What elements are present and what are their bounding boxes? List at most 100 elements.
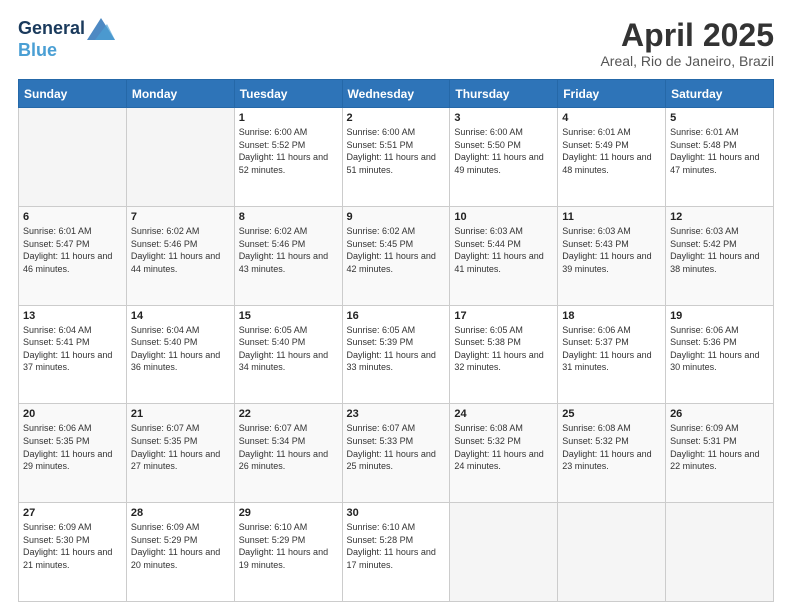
day-info: Sunrise: 6:10 AM Sunset: 5:28 PM Dayligh…: [347, 521, 446, 571]
day-number: 25: [562, 408, 661, 420]
calendar-cell: 28 Sunrise: 6:09 AM Sunset: 5:29 PM Dayli…: [126, 503, 234, 602]
calendar-cell: 13 Sunrise: 6:04 AM Sunset: 5:41 PM Dayli…: [19, 305, 127, 404]
calendar-cell: 2 Sunrise: 6:00 AM Sunset: 5:51 PM Daylig…: [342, 108, 450, 207]
month-title: April 2025: [600, 18, 774, 53]
day-number: 17: [454, 310, 553, 322]
day-info: Sunrise: 6:03 AM Sunset: 5:43 PM Dayligh…: [562, 225, 661, 275]
day-number: 11: [562, 211, 661, 223]
logo-icon: [87, 18, 115, 40]
calendar-cell: [19, 108, 127, 207]
day-number: 19: [670, 310, 769, 322]
day-info: Sunrise: 6:06 AM Sunset: 5:36 PM Dayligh…: [670, 324, 769, 374]
calendar-cell: 30Sunrise: 6:10 AM Sunset: 5:28 PM Dayli…: [342, 503, 450, 602]
calendar-cell: 11 Sunrise: 6:03 AM Sunset: 5:43 PM Dayli…: [558, 206, 666, 305]
day-info: Sunrise: 6:00 AM Sunset: 5:51 PM Dayligh…: [347, 126, 446, 176]
day-info: Sunrise: 6:08 AM Sunset: 5:32 PM Dayligh…: [562, 422, 661, 472]
day-number: 9: [347, 211, 446, 223]
calendar-cell: 17Sunrise: 6:05 AM Sunset: 5:38 PM Dayli…: [450, 305, 558, 404]
logo: General Blue: [18, 18, 115, 61]
day-info: Sunrise: 6:02 AM Sunset: 5:46 PM Dayligh…: [131, 225, 230, 275]
day-info: Sunrise: 6:04 AM Sunset: 5:40 PM Dayligh…: [131, 324, 230, 374]
col-saturday: Saturday: [666, 80, 774, 108]
day-number: 26: [670, 408, 769, 420]
day-number: 4: [562, 112, 661, 124]
day-number: 13: [23, 310, 122, 322]
logo-text: General: [18, 19, 85, 39]
day-number: 18: [562, 310, 661, 322]
day-number: 12: [670, 211, 769, 223]
day-number: 16: [347, 310, 446, 322]
calendar-cell: 9 Sunrise: 6:02 AM Sunset: 5:45 PM Daylig…: [342, 206, 450, 305]
day-number: 24: [454, 408, 553, 420]
day-info: Sunrise: 6:06 AM Sunset: 5:37 PM Dayligh…: [562, 324, 661, 374]
day-info: Sunrise: 6:01 AM Sunset: 5:47 PM Dayligh…: [23, 225, 122, 275]
day-number: 23: [347, 408, 446, 420]
calendar-week-3: 13 Sunrise: 6:04 AM Sunset: 5:41 PM Dayli…: [19, 305, 774, 404]
calendar-cell: 26 Sunrise: 6:09 AM Sunset: 5:31 PM Dayli…: [666, 404, 774, 503]
day-number: 7: [131, 211, 230, 223]
calendar-table: Sunday Monday Tuesday Wednesday Thursday…: [18, 79, 774, 602]
location: Areal, Rio de Janeiro, Brazil: [600, 53, 774, 69]
calendar-cell: 15Sunrise: 6:05 AM Sunset: 5:40 PM Dayli…: [234, 305, 342, 404]
day-number: 1: [239, 112, 338, 124]
calendar-cell: 3 Sunrise: 6:00 AM Sunset: 5:50 PM Daylig…: [450, 108, 558, 207]
calendar-cell: 18 Sunrise: 6:06 AM Sunset: 5:37 PM Dayli…: [558, 305, 666, 404]
day-info: Sunrise: 6:04 AM Sunset: 5:41 PM Dayligh…: [23, 324, 122, 374]
day-number: 3: [454, 112, 553, 124]
calendar-cell: 27Sunrise: 6:09 AM Sunset: 5:30 PM Dayli…: [19, 503, 127, 602]
col-tuesday: Tuesday: [234, 80, 342, 108]
calendar-header-row: Sunday Monday Tuesday Wednesday Thursday…: [19, 80, 774, 108]
calendar-cell: [558, 503, 666, 602]
day-number: 2: [347, 112, 446, 124]
calendar-cell: 14 Sunrise: 6:04 AM Sunset: 5:40 PM Dayli…: [126, 305, 234, 404]
day-number: 22: [239, 408, 338, 420]
day-info: Sunrise: 6:00 AM Sunset: 5:52 PM Dayligh…: [239, 126, 338, 176]
calendar-cell: 8 Sunrise: 6:02 AM Sunset: 5:46 PM Daylig…: [234, 206, 342, 305]
day-info: Sunrise: 6:07 AM Sunset: 5:35 PM Dayligh…: [131, 422, 230, 472]
calendar-cell: 29Sunrise: 6:10 AM Sunset: 5:29 PM Dayli…: [234, 503, 342, 602]
calendar-week-5: 27Sunrise: 6:09 AM Sunset: 5:30 PM Dayli…: [19, 503, 774, 602]
day-number: 28: [131, 507, 230, 519]
page: General Blue April 2025 Areal, Rio de Ja…: [0, 0, 792, 612]
calendar-cell: [666, 503, 774, 602]
calendar-cell: [126, 108, 234, 207]
day-info: Sunrise: 6:01 AM Sunset: 5:49 PM Dayligh…: [562, 126, 661, 176]
calendar-cell: [450, 503, 558, 602]
day-number: 10: [454, 211, 553, 223]
day-info: Sunrise: 6:00 AM Sunset: 5:50 PM Dayligh…: [454, 126, 553, 176]
col-wednesday: Wednesday: [342, 80, 450, 108]
day-info: Sunrise: 6:02 AM Sunset: 5:46 PM Dayligh…: [239, 225, 338, 275]
logo-blue: Blue: [18, 40, 57, 61]
calendar-cell: 25 Sunrise: 6:08 AM Sunset: 5:32 PM Dayli…: [558, 404, 666, 503]
calendar-cell: 12Sunrise: 6:03 AM Sunset: 5:42 PM Dayli…: [666, 206, 774, 305]
day-info: Sunrise: 6:08 AM Sunset: 5:32 PM Dayligh…: [454, 422, 553, 472]
day-number: 6: [23, 211, 122, 223]
day-info: Sunrise: 6:02 AM Sunset: 5:45 PM Dayligh…: [347, 225, 446, 275]
day-number: 8: [239, 211, 338, 223]
day-number: 14: [131, 310, 230, 322]
col-friday: Friday: [558, 80, 666, 108]
calendar-cell: 23Sunrise: 6:07 AM Sunset: 5:33 PM Dayli…: [342, 404, 450, 503]
day-number: 20: [23, 408, 122, 420]
calendar-cell: 20Sunrise: 6:06 AM Sunset: 5:35 PM Dayli…: [19, 404, 127, 503]
day-info: Sunrise: 6:09 AM Sunset: 5:30 PM Dayligh…: [23, 521, 122, 571]
calendar-cell: 21Sunrise: 6:07 AM Sunset: 5:35 PM Dayli…: [126, 404, 234, 503]
calendar-week-4: 20Sunrise: 6:06 AM Sunset: 5:35 PM Dayli…: [19, 404, 774, 503]
day-number: 15: [239, 310, 338, 322]
header: General Blue April 2025 Areal, Rio de Ja…: [18, 18, 774, 69]
calendar-cell: 4 Sunrise: 6:01 AM Sunset: 5:49 PM Daylig…: [558, 108, 666, 207]
calendar-cell: 1 Sunrise: 6:00 AM Sunset: 5:52 PM Daylig…: [234, 108, 342, 207]
day-info: Sunrise: 6:09 AM Sunset: 5:31 PM Dayligh…: [670, 422, 769, 472]
col-thursday: Thursday: [450, 80, 558, 108]
calendar-week-1: 1 Sunrise: 6:00 AM Sunset: 5:52 PM Daylig…: [19, 108, 774, 207]
col-monday: Monday: [126, 80, 234, 108]
title-area: April 2025 Areal, Rio de Janeiro, Brazil: [600, 18, 774, 69]
day-info: Sunrise: 6:03 AM Sunset: 5:44 PM Dayligh…: [454, 225, 553, 275]
day-info: Sunrise: 6:05 AM Sunset: 5:39 PM Dayligh…: [347, 324, 446, 374]
day-info: Sunrise: 6:09 AM Sunset: 5:29 PM Dayligh…: [131, 521, 230, 571]
calendar-cell: 24 Sunrise: 6:08 AM Sunset: 5:32 PM Dayli…: [450, 404, 558, 503]
calendar-cell: 6 Sunrise: 6:01 AM Sunset: 5:47 PM Daylig…: [19, 206, 127, 305]
day-number: 5: [670, 112, 769, 124]
day-info: Sunrise: 6:01 AM Sunset: 5:48 PM Dayligh…: [670, 126, 769, 176]
calendar-cell: 19 Sunrise: 6:06 AM Sunset: 5:36 PM Dayli…: [666, 305, 774, 404]
